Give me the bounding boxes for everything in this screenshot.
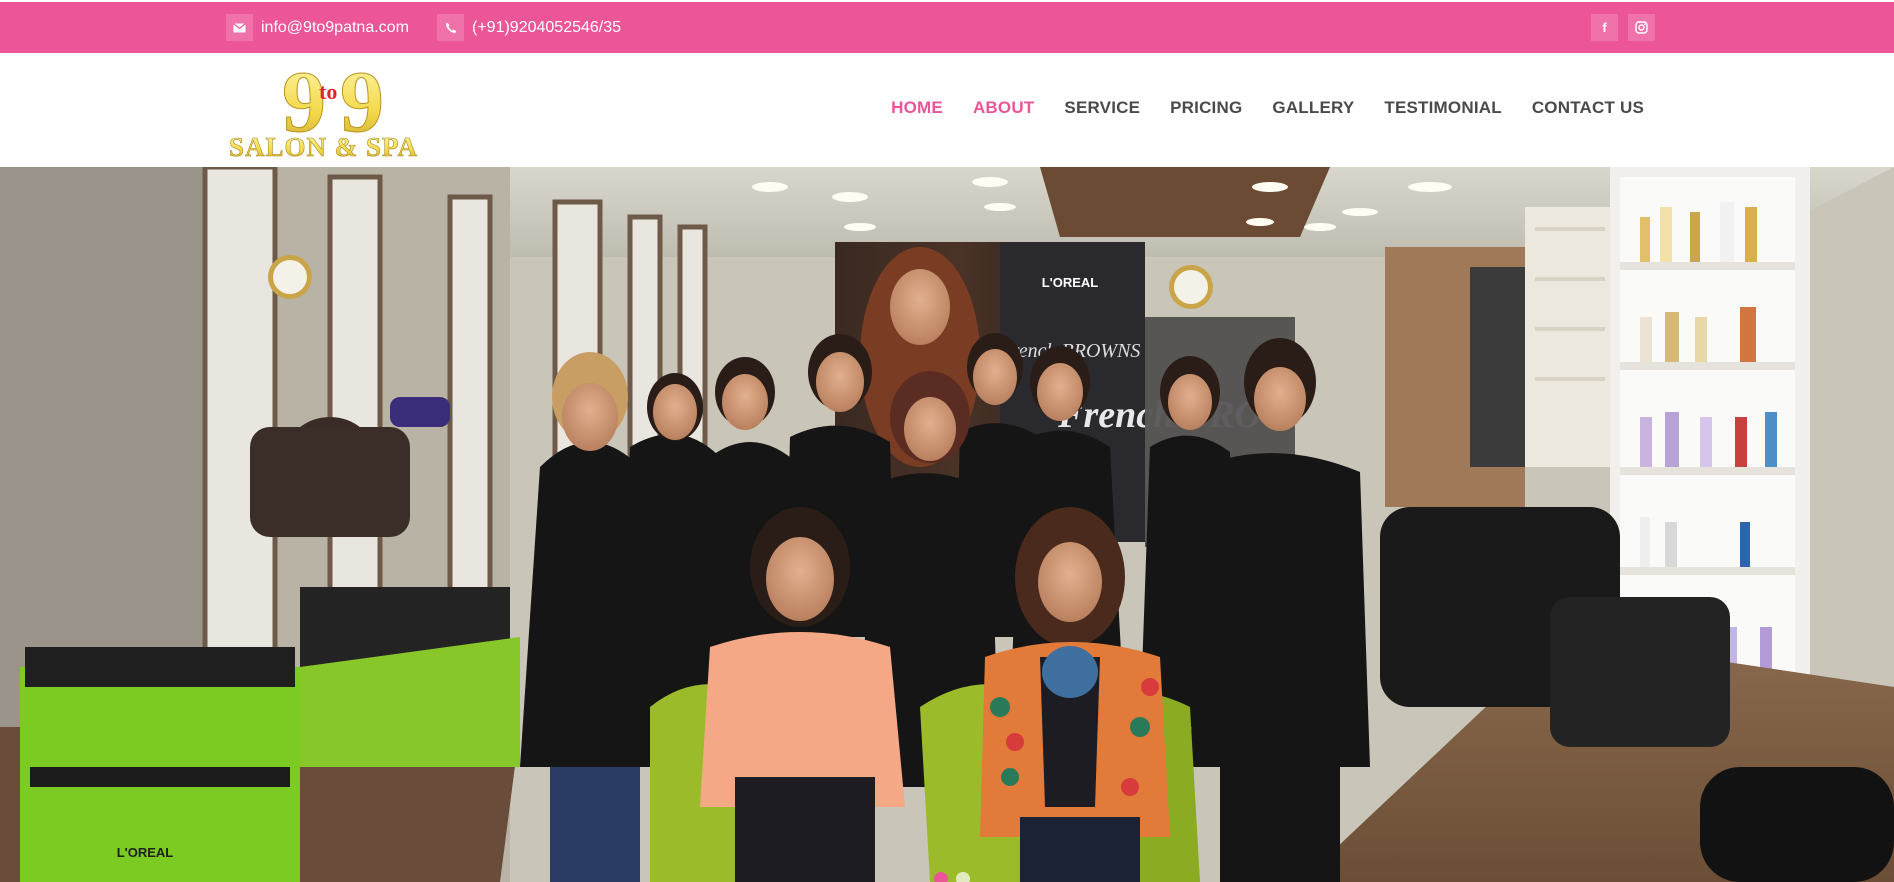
logo-to: to: [319, 79, 337, 104]
phone-text: (+91)9204052546/35: [472, 18, 622, 36]
nav-pricing[interactable]: PRICING: [1170, 98, 1242, 118]
envelope-icon: [226, 14, 253, 41]
nav-testimonial[interactable]: TESTIMONIAL: [1384, 98, 1501, 118]
phone-icon: [437, 14, 464, 41]
site-header: 9 9 to SALON & SPA HOME ABOUT SERVICE PR…: [0, 53, 1894, 167]
nav-gallery[interactable]: GALLERY: [1272, 98, 1354, 118]
slider-dot-1[interactable]: [934, 872, 948, 882]
phone-link[interactable]: (+91)9204052546/35: [437, 14, 621, 41]
top-contact-bar: info@9to9patna.com (+91)9204052546/35 f: [0, 0, 1894, 53]
site-logo[interactable]: 9 9 to SALON & SPA: [226, 53, 456, 165]
nav-contact-us[interactable]: CONTACT US: [1532, 98, 1644, 118]
email-text: info@9to9patna.com: [261, 18, 409, 36]
nav-service[interactable]: SERVICE: [1064, 98, 1140, 118]
trolley-brand: L'OREAL: [117, 845, 174, 860]
slider-dot-2[interactable]: [956, 872, 970, 882]
email-link[interactable]: info@9to9patna.com: [226, 14, 409, 41]
poster-brand: L'OREAL: [1042, 275, 1099, 290]
instagram-icon[interactable]: [1628, 14, 1655, 41]
logo-subtitle: SALON & SPA: [229, 132, 418, 162]
hero-slider[interactable]: L'OREAL French BROWNS French BRO: [0, 167, 1894, 882]
nav-home[interactable]: HOME: [891, 98, 943, 118]
nav-about[interactable]: ABOUT: [973, 98, 1034, 118]
facebook-icon[interactable]: f: [1591, 14, 1618, 41]
main-nav: HOME ABOUT SERVICE PRICING GALLERY TESTI…: [891, 98, 1644, 118]
hero-image: L'OREAL French BROWNS French BRO: [0, 167, 1894, 882]
